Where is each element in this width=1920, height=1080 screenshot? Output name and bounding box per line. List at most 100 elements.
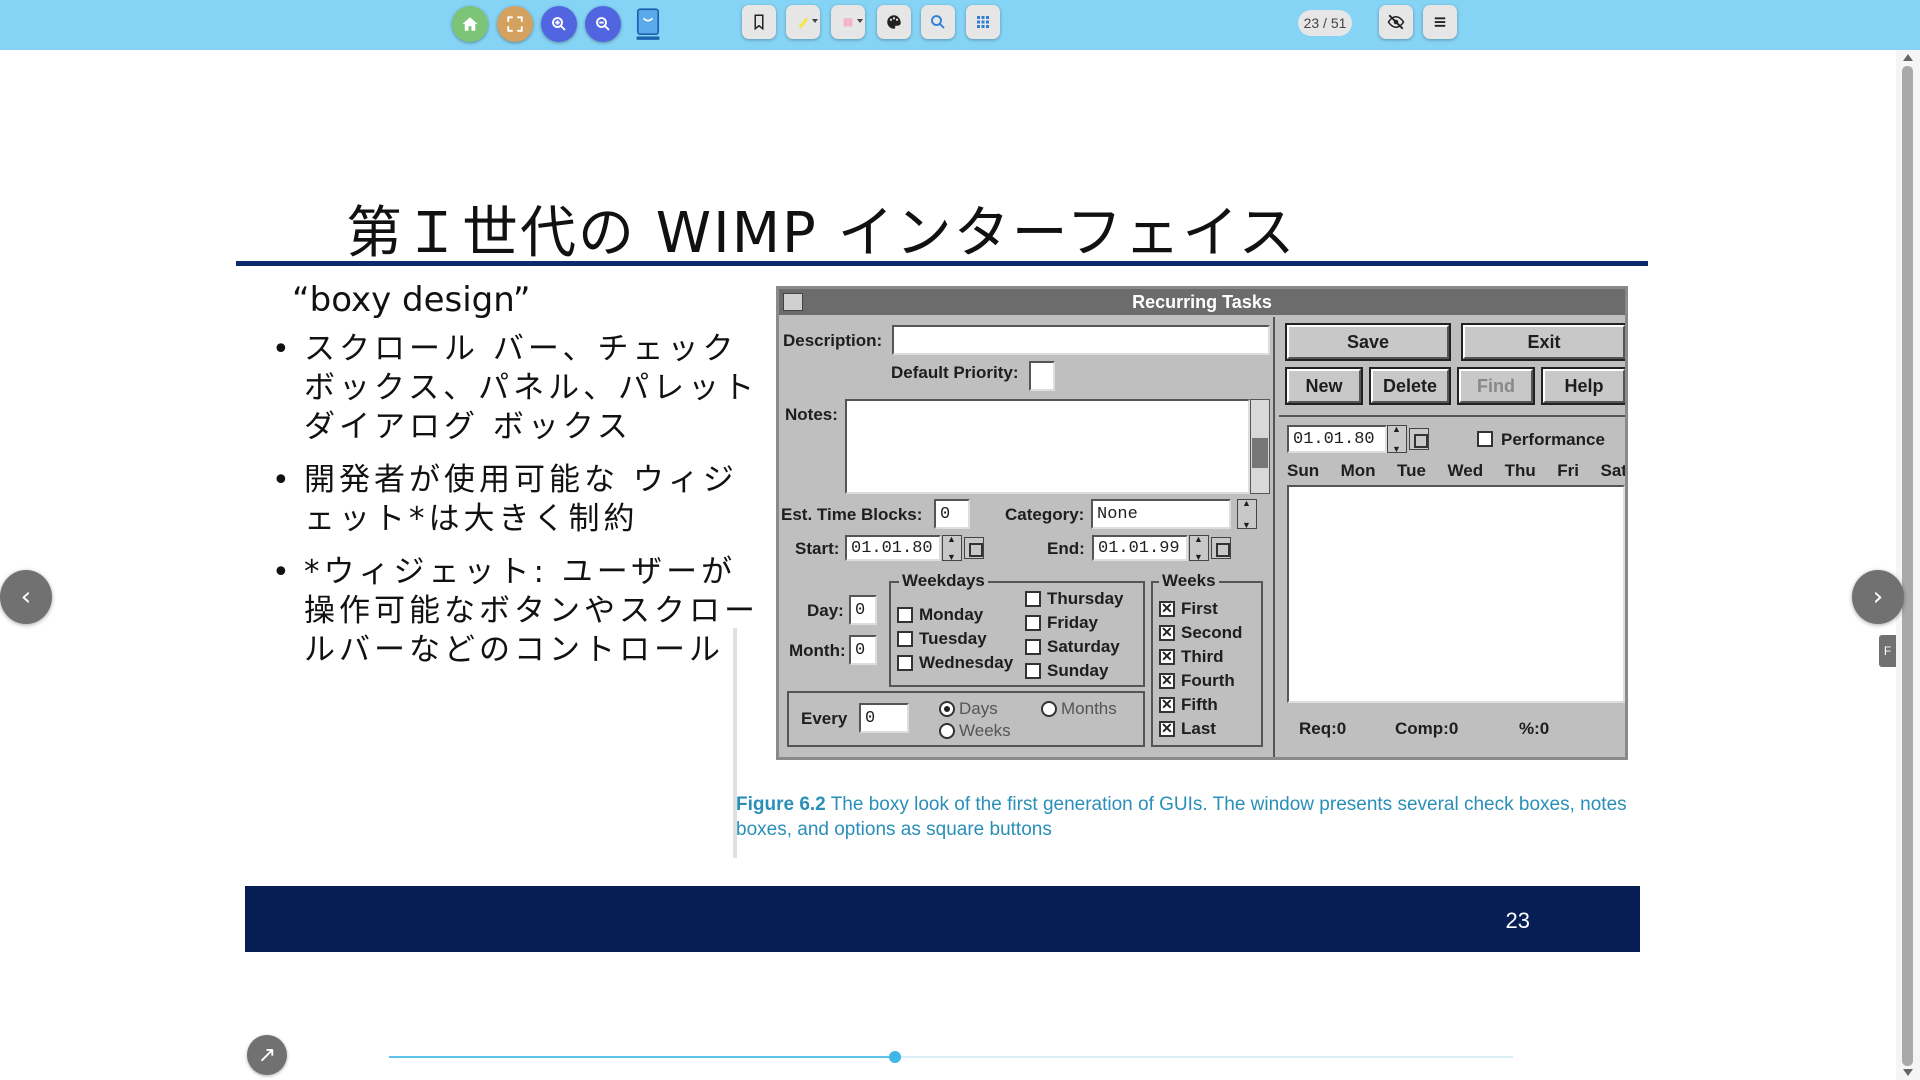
share-arrow-icon: ↗: [257, 1042, 277, 1068]
notes-scrollbar: [1250, 399, 1270, 494]
figure-recurring-tasks-window: Recurring Tasks Description: Default Pri…: [776, 286, 1628, 760]
delete-button: Delete: [1369, 367, 1451, 405]
section-divider: [1279, 415, 1625, 417]
day-header: Sat: [1600, 461, 1627, 480]
checkbox-checked: [1159, 600, 1175, 617]
menu-button[interactable]: [1423, 5, 1457, 39]
checkbox: [1477, 431, 1493, 447]
dropdown-caret-icon[interactable]: [857, 19, 863, 23]
window-titlebar: Recurring Tasks: [779, 289, 1625, 315]
search-button[interactable]: [921, 5, 955, 39]
label-description: Description:: [783, 331, 883, 350]
checkbox-checked: [1159, 672, 1175, 689]
fullscreen-icon: [507, 16, 523, 32]
highlighter-icon: [798, 17, 809, 29]
category-field: None: [1091, 499, 1231, 529]
label-category: Category:: [1005, 505, 1085, 524]
checkbox: [897, 607, 913, 623]
dropdown-caret-icon[interactable]: [812, 19, 818, 23]
progress-fill: [389, 1056, 895, 1058]
window-title: Recurring Tasks: [1132, 291, 1272, 312]
weeks-legend: Weeks: [1159, 571, 1219, 591]
description-field: [892, 325, 1270, 355]
label-month: Month:: [789, 641, 846, 660]
zoom-out-button[interactable]: [585, 6, 621, 42]
chevron-right-icon: ›: [1872, 582, 1884, 612]
side-panel-tab[interactable]: F: [1879, 635, 1896, 667]
eye-off-icon: [1387, 14, 1405, 30]
zoom-in-button[interactable]: [541, 6, 577, 42]
weekday-label: Monday: [919, 605, 984, 624]
every-field: 0: [859, 703, 909, 733]
app-logo: [630, 6, 666, 42]
book-logo-icon: [636, 8, 660, 40]
performance-spinner-icon: [1387, 424, 1407, 454]
radio-label: Days: [959, 699, 998, 718]
checkbox: [1025, 615, 1041, 631]
day-header: Wed: [1447, 461, 1484, 480]
weekday-label: Tuesday: [919, 629, 987, 648]
label-start: Start:: [795, 539, 840, 558]
performance-calendar-icon: [1409, 428, 1429, 450]
slide-subtitle: “boxy design”: [292, 280, 531, 320]
checkbox: [1025, 591, 1041, 607]
column-divider: [1273, 317, 1275, 757]
weekday-label: Friday: [1047, 613, 1099, 632]
zoom-in-icon: [552, 17, 566, 31]
weekday-label: Wednesday: [919, 653, 1014, 672]
stat-comp: Comp:0: [1395, 719, 1459, 738]
category-spinner-icon: [1237, 498, 1257, 530]
label-day: Day:: [807, 601, 844, 620]
vertical-scrollbar[interactable]: [1896, 50, 1920, 1080]
week-label: Second: [1181, 623, 1243, 642]
end-spinner-icon: [1189, 534, 1209, 562]
bookmark-icon: [754, 14, 764, 31]
share-button[interactable]: ↗: [247, 1035, 287, 1075]
weekday-label: Sunday: [1047, 661, 1109, 680]
priority-field: [1029, 361, 1055, 391]
figure-caption: Figure 6.2 The boxy look of the first ge…: [736, 792, 1636, 842]
scrollbar-thumb[interactable]: [1902, 66, 1913, 1066]
bullet-list: スクロール バー、チェック ボックス、パネル、パレット ダイアログ ボックス 開…: [270, 330, 770, 684]
start-spinner-icon: [942, 534, 962, 562]
progress-handle[interactable]: [888, 1051, 901, 1063]
home-button[interactable]: [452, 6, 488, 42]
checkbox: [1025, 639, 1041, 655]
slide-page-number: 23: [1505, 908, 1530, 933]
weekdays-legend: Weekdays: [899, 571, 988, 591]
scroll-up-icon[interactable]: [1903, 54, 1913, 61]
start-date-field: 01.01.80: [845, 535, 941, 561]
stat-percent: %:0: [1519, 719, 1550, 738]
radio-button: [939, 701, 955, 717]
bullet-item: *ウィジェット: ユーザーが操作可能なボタンやスクロールバーなどのコントロール: [270, 553, 770, 670]
bookmark-button[interactable]: [742, 5, 776, 39]
checkbox-checked: [1159, 720, 1175, 737]
slide-footer-bar: 23: [245, 886, 1640, 952]
radio-label: Weeks: [959, 721, 1011, 740]
grid-button[interactable]: [966, 5, 1000, 39]
scroll-down-icon[interactable]: [1903, 1069, 1913, 1076]
eraser-button[interactable]: [831, 5, 865, 39]
page-progress-slider[interactable]: [389, 1051, 1513, 1063]
caption-text: The boxy look of the first generation of…: [736, 794, 1627, 840]
highlighter-button[interactable]: [786, 5, 820, 39]
next-page-button[interactable]: ›: [1852, 570, 1904, 624]
help-button: Help: [1541, 367, 1625, 405]
hide-toolbar-button[interactable]: [1379, 5, 1413, 39]
label-performance: Performance: [1501, 430, 1605, 449]
label-est-time-blocks: Est. Time Blocks:: [781, 505, 923, 524]
week-label: Fifth: [1181, 695, 1218, 714]
previous-page-button[interactable]: ‹: [0, 570, 52, 624]
label-notes: Notes:: [785, 405, 838, 424]
fullscreen-button[interactable]: [497, 6, 533, 42]
checkbox-checked: [1159, 696, 1175, 713]
title-underline: [236, 261, 1648, 266]
palette-icon: [887, 15, 901, 29]
est-time-blocks-field: 0: [934, 499, 970, 529]
palette-button[interactable]: [877, 5, 911, 39]
notes-field: [845, 399, 1250, 494]
performance-chart-area: [1287, 485, 1625, 703]
page-indicator[interactable]: 23 / 51: [1298, 10, 1352, 36]
performance-date-field: 01.01.80: [1287, 425, 1387, 453]
day-header: Thu: [1504, 461, 1536, 480]
